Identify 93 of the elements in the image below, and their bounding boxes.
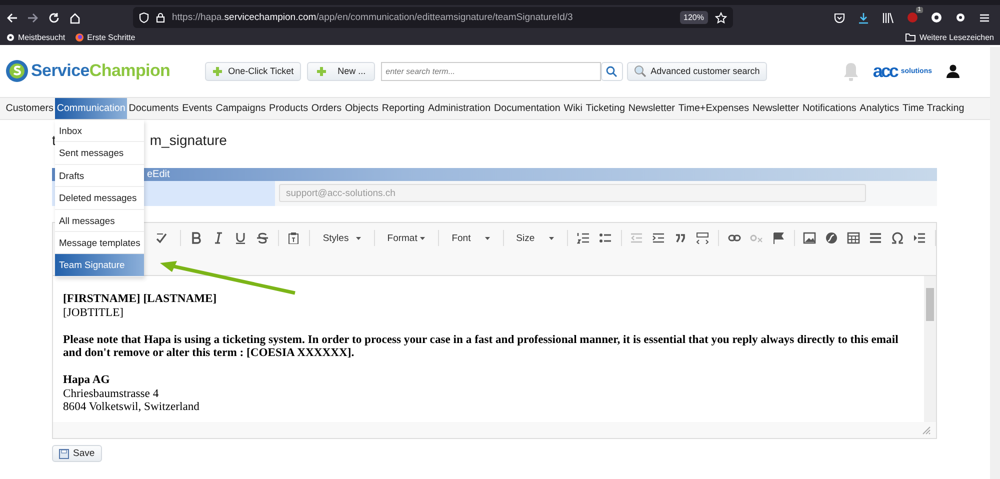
folder-icon [905, 33, 916, 42]
save-button[interactable]: Save [52, 445, 102, 462]
indent-icon[interactable] [652, 232, 666, 244]
brand-logo: ServiceChampion [31, 61, 170, 81]
magnifier-icon [634, 65, 646, 77]
reload-icon[interactable] [48, 12, 60, 24]
style-dropdown[interactable]: Format [383, 232, 430, 244]
image-icon[interactable] [803, 232, 816, 244]
forward-icon[interactable] [27, 12, 39, 24]
search-button[interactable] [600, 62, 623, 80]
download-icon[interactable] [858, 12, 869, 24]
nav-tab[interactable]: Newsletter [626, 98, 677, 119]
horizontal-line-icon[interactable] [869, 232, 882, 244]
nav-tab[interactable]: Time Tracking [900, 98, 966, 119]
nav-tab[interactable]: Documentation [492, 98, 562, 119]
style-dropdown[interactable]: Size [512, 232, 558, 244]
search-icon [606, 66, 618, 76]
caret-icon [420, 236, 426, 240]
omega-icon[interactable] [891, 232, 904, 244]
nav-tab[interactable]: Administration [426, 98, 492, 119]
bookmark-link[interactable]: Meistbesucht [18, 33, 66, 42]
nav-tab[interactable]: Campaigns [214, 98, 268, 119]
search-field[interactable]: enter search term... [380, 62, 601, 80]
bookmark-folder[interactable]: Weitere Lesezeichen [919, 33, 994, 42]
text-line: Hapa AG [63, 373, 111, 386]
company-logo: acc [872, 62, 897, 80]
new-button[interactable]: New ... [306, 62, 375, 80]
quote-icon[interactable] [674, 232, 688, 244]
menu-item[interactable]: All messages [55, 210, 144, 232]
link-icon[interactable] [728, 232, 741, 244]
menu-item[interactable]: Sent messages [55, 142, 144, 165]
page-scrollbar[interactable] [990, 47, 1000, 479]
nav-tab[interactable]: Customers [4, 98, 56, 119]
style-dropdown[interactable]: Font [448, 232, 494, 244]
page-title: m_signature [150, 132, 227, 148]
logo-icon [5, 59, 29, 83]
text-line: [JOBTITLE] [63, 306, 125, 319]
menu-item[interactable]: Inbox [55, 120, 144, 142]
strikethrough-icon[interactable] [256, 232, 269, 244]
zoom-level[interactable]: 120% [680, 11, 708, 24]
caret-icon [356, 236, 361, 240]
bold-icon[interactable] [190, 232, 203, 244]
caret-icon [484, 236, 490, 240]
nav-tab[interactable]: Orders [310, 98, 344, 119]
page-break-icon[interactable] [913, 232, 926, 244]
user-icon[interactable] [946, 64, 960, 78]
library-icon[interactable] [882, 12, 894, 23]
style-dropdown[interactable]: Styles [318, 232, 365, 244]
resize-handle-icon[interactable] [922, 426, 931, 434]
back-icon[interactable] [6, 12, 18, 24]
shield-icon [139, 12, 149, 23]
menu-item[interactable]: Deleted messages [55, 187, 144, 210]
nav-tab[interactable]: Communication [55, 98, 128, 119]
text-line: [FIRSTNAME] [LASTNAME] [63, 292, 218, 306]
nav-tab[interactable]: Events [180, 98, 214, 119]
nav-tab[interactable]: Reporting [380, 98, 426, 119]
pocket-icon[interactable] [834, 12, 845, 23]
menu-icon[interactable] [979, 12, 990, 22]
star-icon[interactable] [715, 12, 727, 24]
nav-tab[interactable]: Notifications [800, 98, 858, 119]
numbered-list-icon[interactable] [576, 232, 590, 244]
firefox-icon [75, 33, 84, 42]
nav-tab[interactable]: Time+Expenses [676, 98, 751, 119]
plus-icon [212, 66, 224, 76]
bulleted-list-icon[interactable] [598, 232, 612, 244]
flash-icon[interactable] [825, 232, 838, 244]
nav-tab[interactable]: Wiki [562, 98, 584, 119]
bookmark-link[interactable]: Erste Schritte [87, 33, 136, 42]
caret-icon [548, 236, 554, 240]
menu-item[interactable]: Team Signature [55, 254, 144, 277]
nav-tab[interactable]: Products [267, 98, 310, 119]
text-line: Chriesbaumstrasse 4 [63, 386, 160, 400]
url-text: https://hapa.servicechampion.com/app/en/communication/editteamsignature/teamSignatureId/3 [172, 12, 574, 23]
menu-item[interactable]: Drafts [55, 164, 144, 188]
home-icon[interactable] [69, 12, 81, 24]
plus-icon [316, 66, 327, 76]
address-bar[interactable]: https://hapa.servicechampion.com/app/en/communication/editteamsignature/teamSignatureId/3 120% [133, 7, 733, 28]
nav-tab[interactable]: Newsletter [750, 98, 801, 119]
text-line: Please note that Hapa is using a ticketing system. In order to process your case in a fast and professional manner, it is essential that you reply always directly to this email and don't remove or alter this term : [COESIA XXXXXX]. [63, 332, 900, 360]
paste-icon[interactable] [287, 232, 300, 244]
scrollbar[interactable] [924, 276, 936, 422]
advanced-search-button[interactable]: Advanced customer search [626, 62, 767, 80]
nav-tab[interactable]: Documents [127, 98, 180, 119]
text-line: 8604 Volketswil, Switzerland [63, 400, 200, 414]
table-icon[interactable] [847, 232, 860, 244]
lock-icon [156, 12, 165, 23]
nav-tab[interactable]: Objects [343, 98, 380, 119]
one-click-ticket-button[interactable]: One-Click Ticket [205, 62, 301, 80]
div-container-icon[interactable] [696, 232, 710, 244]
nav-tab[interactable]: Ticketing [584, 98, 627, 119]
underline-icon[interactable] [234, 232, 247, 244]
nav-tab[interactable]: Analytics [858, 98, 901, 119]
flag-icon[interactable] [772, 232, 785, 244]
